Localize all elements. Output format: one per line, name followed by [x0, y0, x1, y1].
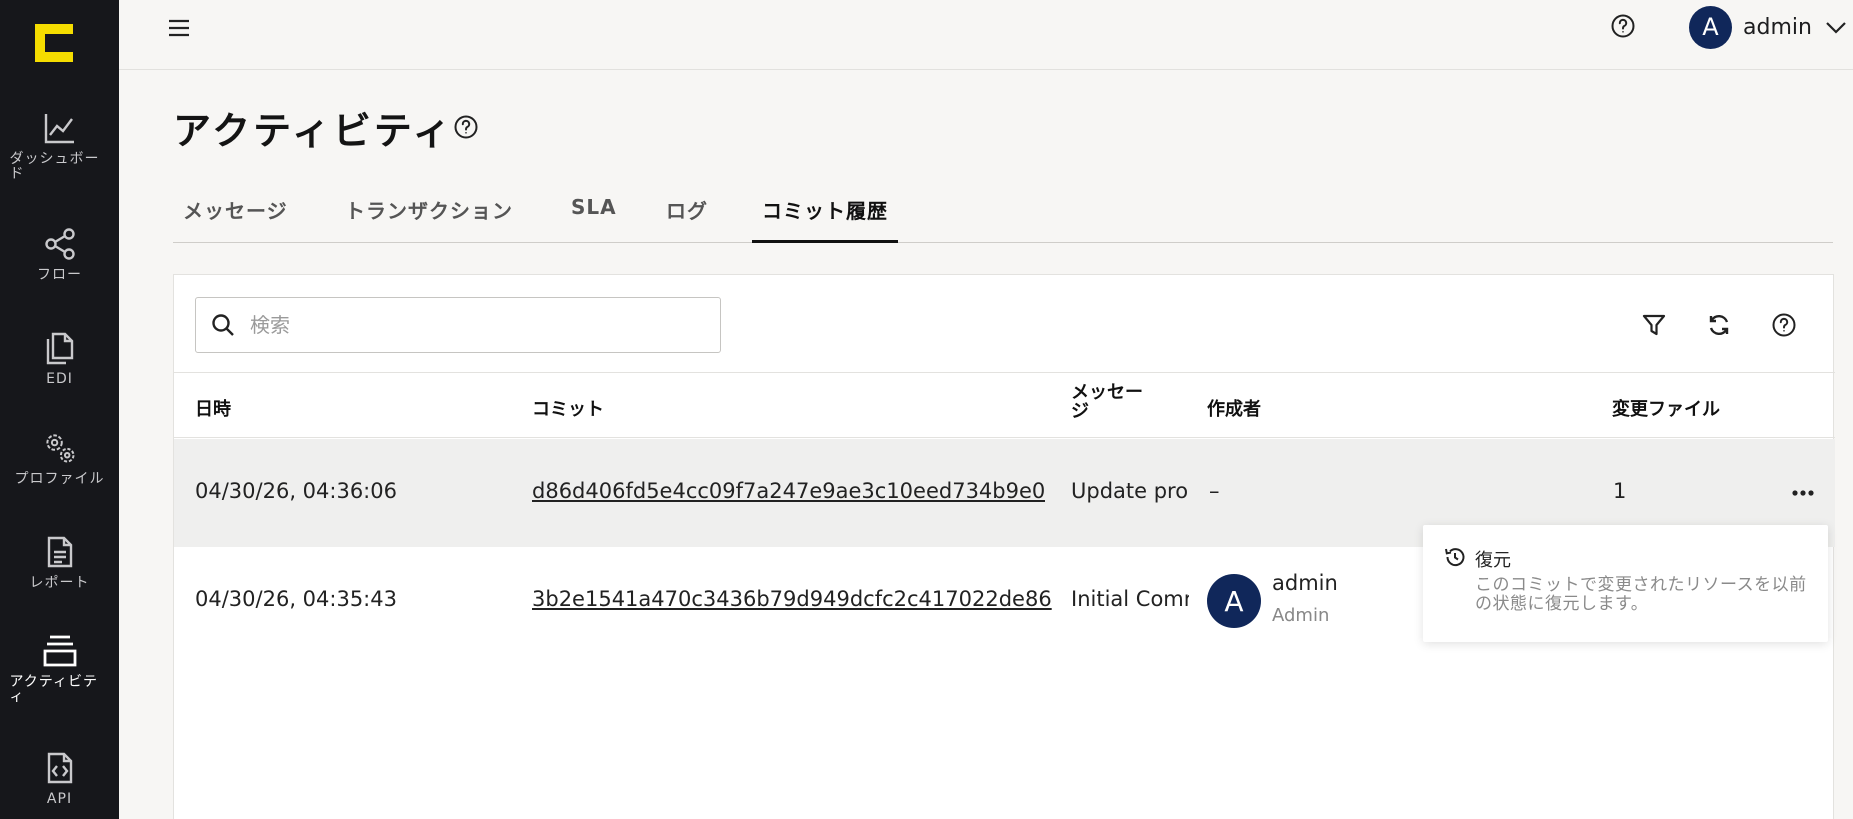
help-icon[interactable]: [1609, 12, 1637, 40]
chevron-down-icon: [1826, 22, 1846, 34]
help-button[interactable]: [1769, 310, 1799, 340]
app-logo[interactable]: [35, 24, 73, 62]
gears-icon: [42, 430, 78, 466]
inbox-tray-icon: [42, 633, 78, 669]
author-role: Admin: [1272, 605, 1330, 626]
refresh-button[interactable]: [1704, 310, 1734, 340]
restore-label: 復元: [1475, 550, 1511, 571]
sidebar-item-api[interactable]: API: [0, 750, 119, 806]
sidebar: ダッシュボード フロー EDI プロファイル レポート アクティビティ API: [0, 0, 119, 819]
sidebar-item-report[interactable]: レポート: [0, 534, 119, 590]
sidebar-item-flow[interactable]: フロー: [0, 226, 119, 282]
sidebar-item-label: プロファイル: [14, 471, 105, 487]
sidebar-item-activity[interactable]: アクティビティ: [0, 633, 119, 705]
cell-message: Initial Comr: [1071, 587, 1189, 611]
cell-changed-files: 1: [1613, 479, 1627, 503]
search-input[interactable]: [250, 313, 690, 337]
report-icon: [42, 534, 78, 570]
column-header-message[interactable]: メッセージ: [1071, 383, 1153, 421]
hamburger-menu-icon[interactable]: [165, 14, 193, 42]
cell-datetime: 04/30/26, 04:35:43: [195, 587, 397, 611]
tab-commit-history[interactable]: コミット履歴: [752, 186, 898, 243]
sidebar-item-label: アクティビティ: [9, 674, 98, 705]
sidebar-item-profile[interactable]: プロファイル: [0, 430, 119, 486]
refresh-icon: [1709, 314, 1729, 336]
column-header-commit[interactable]: コミット: [532, 395, 604, 421]
page-title: アクティビティ: [173, 109, 454, 153]
user-menu[interactable]: A admin: [1689, 5, 1848, 49]
author-name: admin: [1272, 571, 1338, 595]
more-horizontal-icon[interactable]: [1787, 481, 1819, 505]
sidebar-item-label: API: [46, 791, 73, 807]
tab-messages[interactable]: メッセージ: [183, 186, 288, 243]
column-header-datetime[interactable]: 日時: [195, 395, 231, 421]
commit-link[interactable]: d86d406fd5e4cc09f7a247e9ae3c10eed734b9e0: [532, 479, 1045, 503]
share-icon: [42, 226, 78, 262]
sidebar-item-label: フロー: [37, 267, 82, 283]
cell-author: –: [1209, 479, 1220, 503]
search-box[interactable]: [195, 297, 721, 353]
history-restore-icon: [1445, 548, 1465, 567]
filter-icon: [1642, 314, 1666, 336]
table-header: 日時 コミット メッセージ 作成者 変更ファイル: [174, 372, 1835, 438]
code-file-icon: [42, 750, 78, 786]
cell-message: Update pro: [1071, 479, 1189, 503]
documents-icon: [42, 330, 78, 366]
user-name: admin: [1743, 14, 1812, 40]
tab-transactions[interactable]: トランザクション: [345, 186, 513, 243]
sidebar-item-dashboard[interactable]: ダッシュボード: [0, 110, 119, 182]
column-header-author[interactable]: 作成者: [1207, 395, 1261, 421]
chart-line-icon: [42, 110, 78, 146]
sidebar-item-edi[interactable]: EDI: [0, 330, 119, 386]
tab-bar: メッセージ トランザクション SLA ログ コミット履歴: [173, 186, 1833, 243]
sidebar-item-label: EDI: [46, 371, 73, 387]
filter-button[interactable]: [1639, 310, 1669, 340]
topbar: A admin: [119, 0, 1853, 70]
tab-sla[interactable]: SLA: [571, 186, 617, 243]
sidebar-item-label: レポート: [29, 575, 90, 591]
cell-datetime: 04/30/26, 04:36:06: [195, 479, 397, 503]
sidebar-item-label: ダッシュボード: [9, 151, 100, 182]
avatar: A: [1689, 5, 1732, 49]
commit-link[interactable]: 3b2e1541a470c3436b79d949dcfc2c417022de86: [532, 587, 1052, 611]
column-header-changed-files[interactable]: 変更ファイル: [1612, 395, 1720, 421]
restore-menu-item[interactable]: 復元 このコミットで変更されたリソースを以前の状態に復元します。: [1423, 525, 1828, 642]
search-icon: [212, 314, 234, 336]
help-icon: [1772, 313, 1796, 337]
restore-description: このコミットで変更されたリソースを以前の状態に復元します。: [1475, 575, 1807, 614]
tab-logs[interactable]: ログ: [666, 186, 708, 243]
help-icon[interactable]: [452, 113, 480, 141]
avatar: A: [1207, 574, 1261, 628]
